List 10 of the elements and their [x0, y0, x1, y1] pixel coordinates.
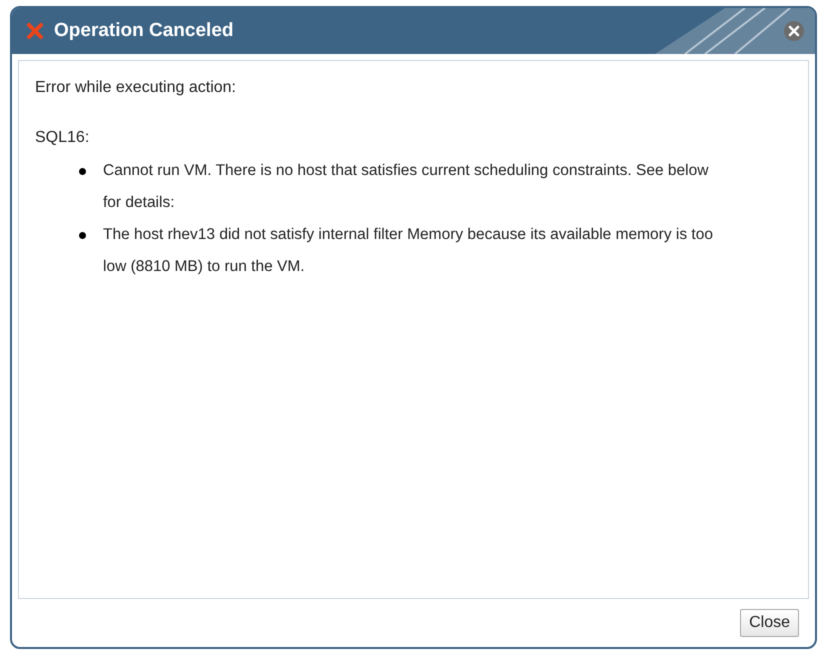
error-detail: The host rhev13 did not satisfy internal filter Memory because its available memory is too low (8810 MB) to run the VM. [103, 225, 714, 277]
close-icon[interactable] [783, 20, 805, 42]
bullet-icon [79, 168, 86, 175]
error-detail: Cannot run VM. There is no host that satisfies current scheduling constraints. See below for details: [103, 161, 710, 213]
error-message: Error while executing action: [35, 79, 237, 97]
close-button[interactable]: Close [740, 609, 799, 637]
error-x-icon [26, 22, 44, 40]
bullet-icon [79, 232, 86, 239]
error-code: SQL16: [35, 129, 90, 147]
window-title: Operation Canceled [54, 20, 234, 42]
